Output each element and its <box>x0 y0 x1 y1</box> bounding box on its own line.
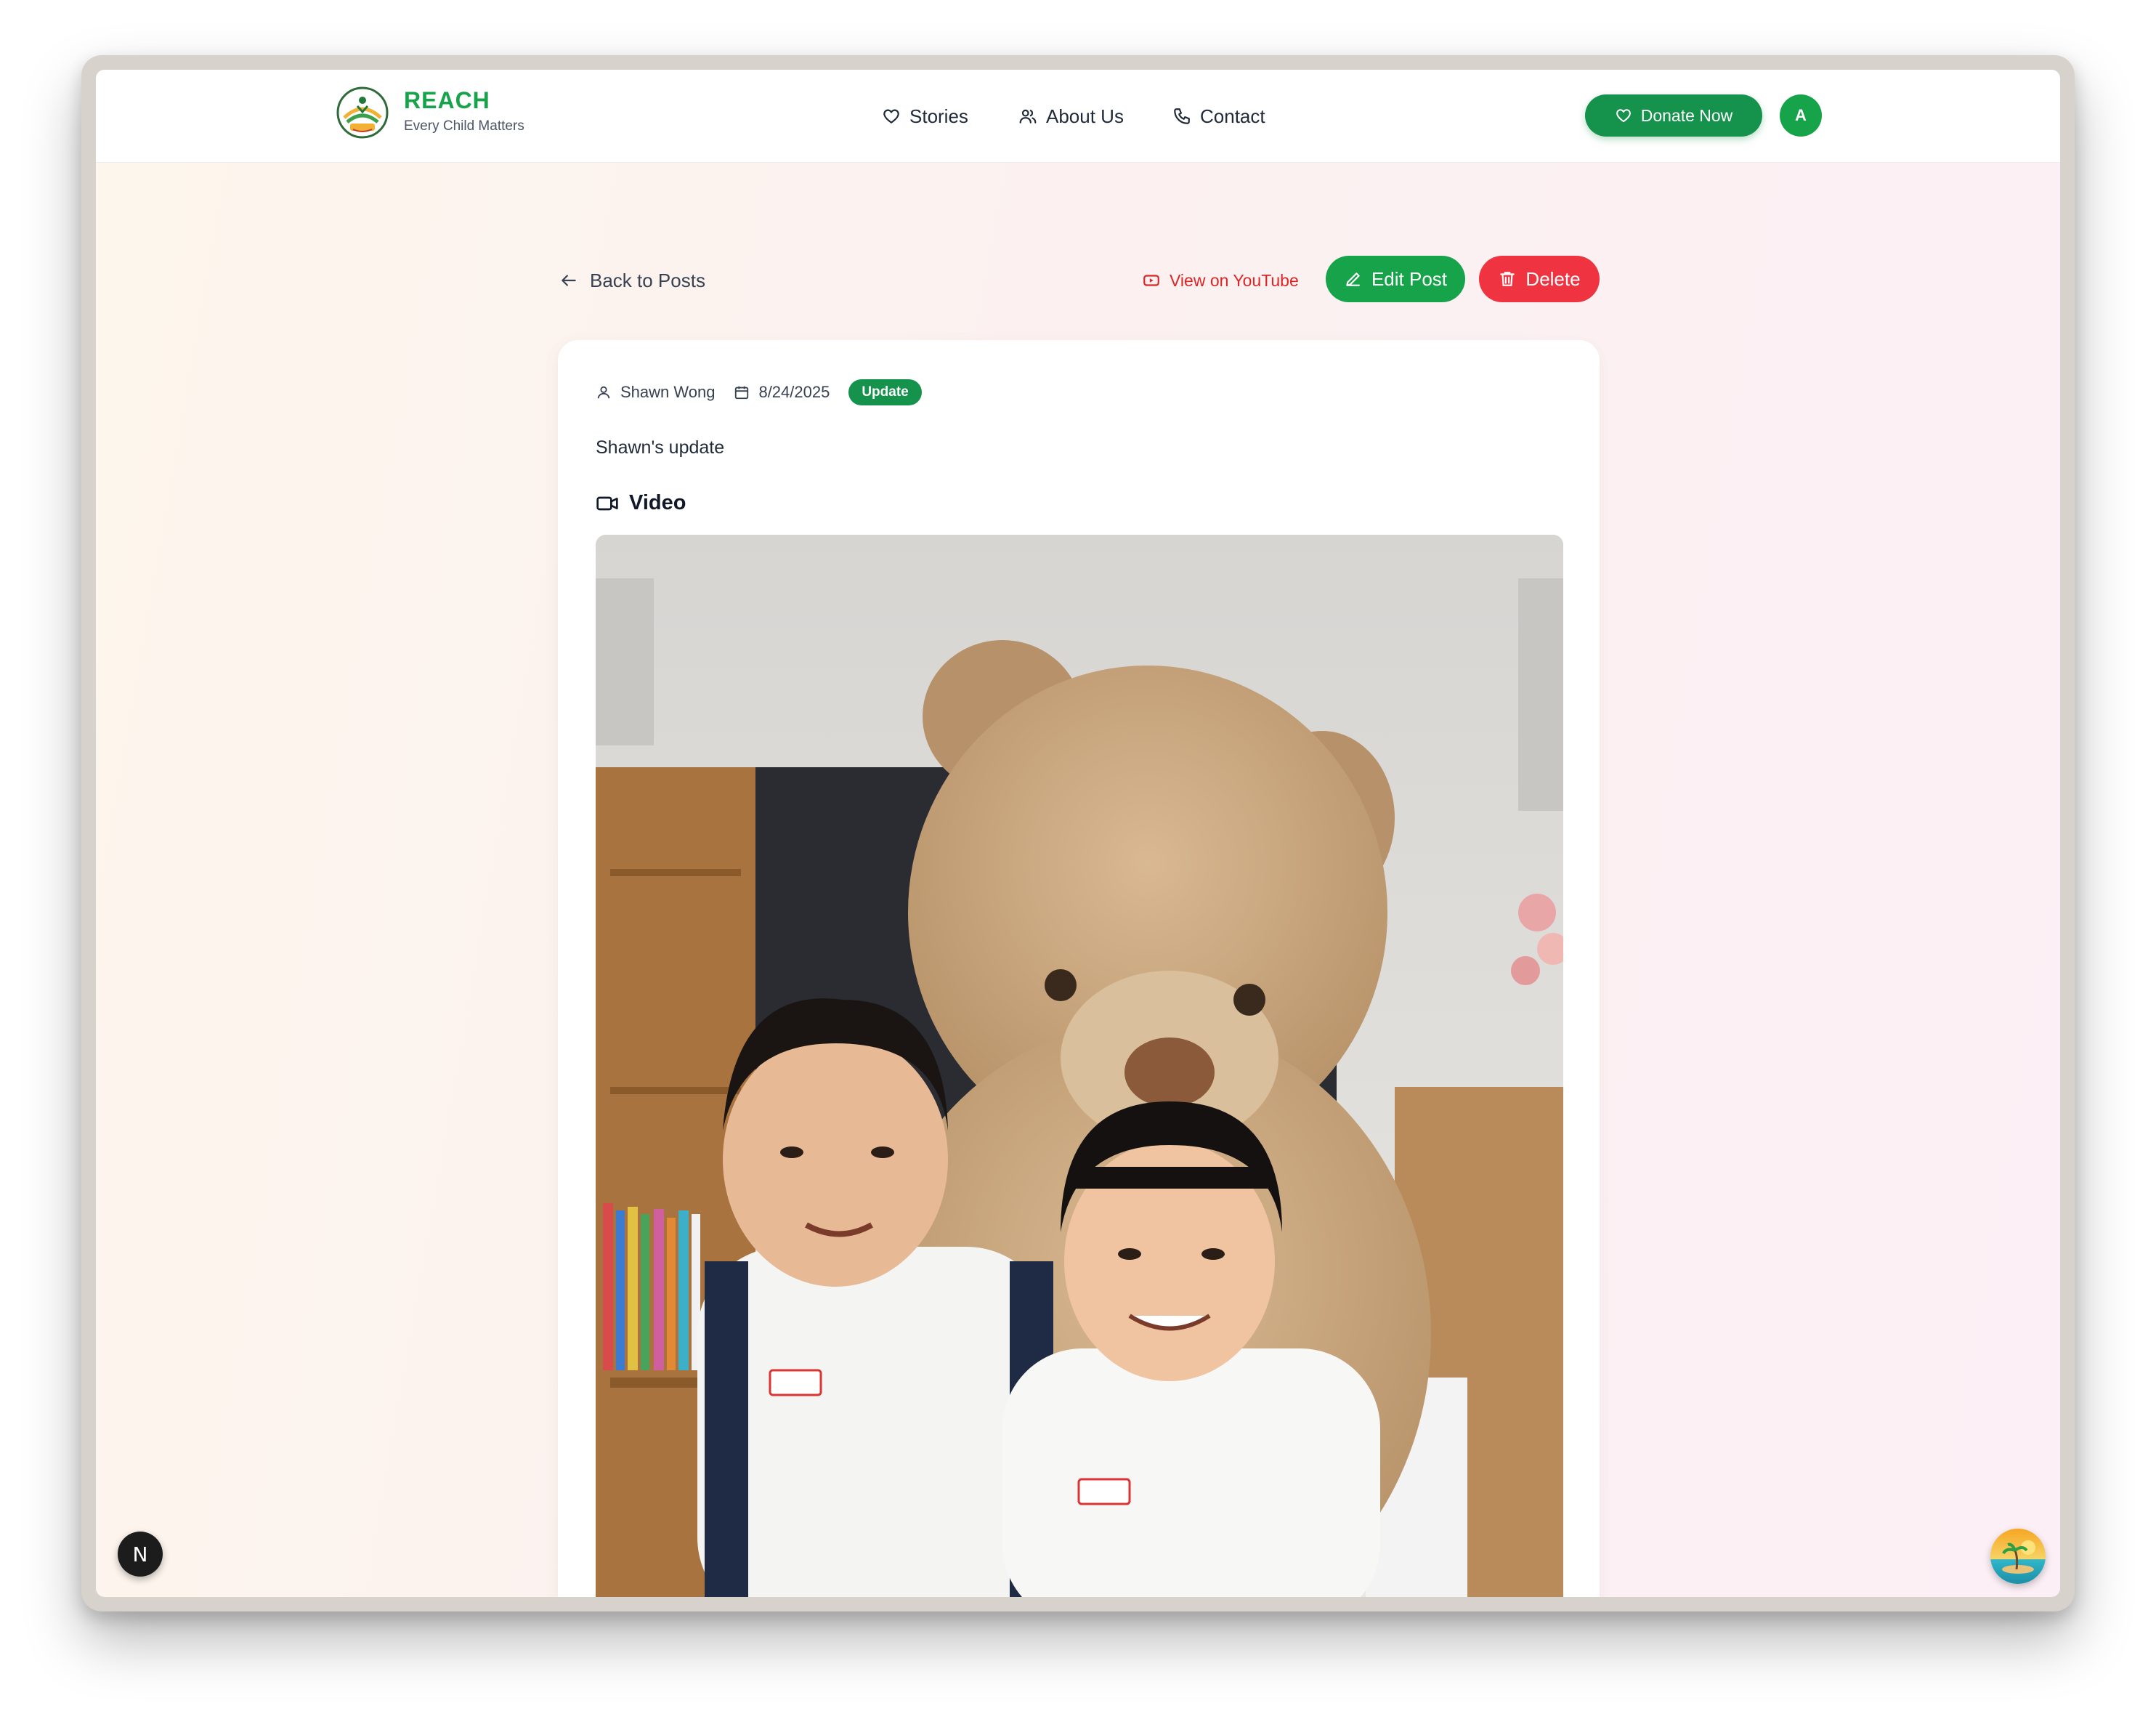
edit-label: Edit Post <box>1371 267 1448 290</box>
video-section-heading: Video <box>596 491 686 515</box>
post-date: 8/24/2025 <box>734 383 830 402</box>
delete-label: Delete <box>1525 267 1581 290</box>
post-description: Shawn's update <box>596 437 725 458</box>
heart-icon <box>1616 109 1631 122</box>
back-label: Back to Posts <box>590 269 705 291</box>
browser-window: REACH Every Child Matters Stories About … <box>81 55 2075 1611</box>
view-on-youtube-link[interactable]: View on YouTube <box>1142 266 1299 295</box>
post-type-badge: Update <box>848 379 922 405</box>
island-icon <box>1990 1529 2046 1584</box>
video-frame <box>596 535 1563 1597</box>
site-header: REACH Every Child Matters Stories About … <box>96 70 2060 163</box>
assistant-widget-button[interactable] <box>1990 1529 2046 1584</box>
video-camera-icon <box>596 496 618 510</box>
edit-post-button[interactable]: Edit Post <box>1326 256 1465 302</box>
video-player[interactable] <box>596 535 1563 1597</box>
nav-item-contact[interactable]: Contact <box>1172 102 1265 131</box>
heart-icon <box>883 109 899 124</box>
nav-label: Stories <box>909 105 968 127</box>
donate-label: Donate Now <box>1640 105 1733 125</box>
youtube-label: View on YouTube <box>1170 270 1299 290</box>
nav-item-stories[interactable]: Stories <box>882 102 968 131</box>
main-nav: Stories About Us Contact <box>96 102 2060 131</box>
dev-indicator-badge[interactable]: N <box>118 1532 163 1577</box>
users-icon <box>1019 109 1037 124</box>
viewport: REACH Every Child Matters Stories About … <box>96 70 2060 1597</box>
phone-icon <box>1174 108 1190 124</box>
donate-button[interactable]: Donate Now <box>1585 94 1762 137</box>
date-text: 8/24/2025 <box>758 383 830 401</box>
delete-button[interactable]: Delete <box>1479 256 1600 302</box>
calendar-icon <box>735 386 749 400</box>
back-to-posts-link[interactable]: Back to Posts <box>559 266 705 295</box>
author-name: Shawn Wong <box>620 383 716 401</box>
post-card: Shawn Wong 8/24/2025 Update Shawn's upda… <box>558 340 1600 1597</box>
post-meta: Shawn Wong 8/24/2025 Update <box>596 378 922 407</box>
trash-icon <box>1500 272 1515 286</box>
nav-label: Contact <box>1200 105 1265 127</box>
nav-label: About Us <box>1046 105 1124 127</box>
nav-item-about-us[interactable]: About Us <box>1018 102 1124 131</box>
user-icon <box>597 386 610 399</box>
pencil-icon <box>1346 272 1360 286</box>
youtube-icon <box>1143 275 1159 286</box>
user-avatar[interactable]: A <box>1780 94 1822 137</box>
video-heading-text: Video <box>629 491 686 514</box>
post-author: Shawn Wong <box>596 383 715 402</box>
arrow-left-icon <box>562 275 576 286</box>
